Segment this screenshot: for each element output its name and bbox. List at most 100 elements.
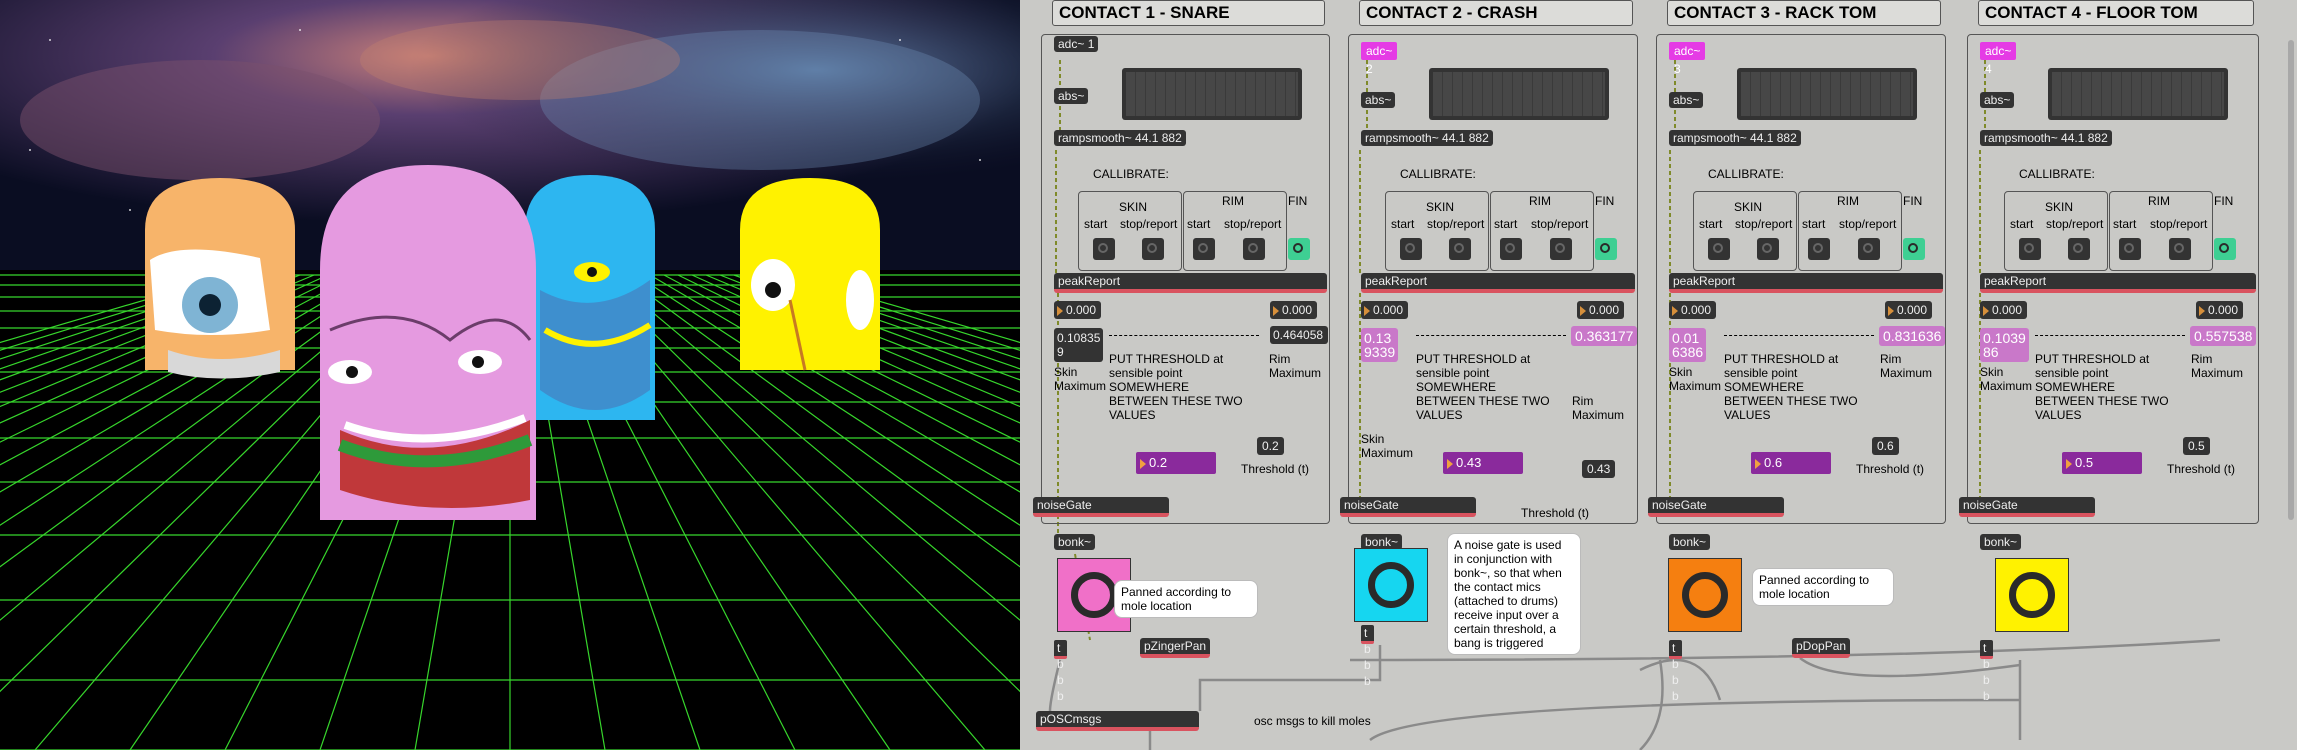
threshold-label: Threshold (t)	[1856, 462, 1925, 476]
skin-stop-toggle[interactable]	[1449, 238, 1471, 260]
skin-number[interactable]: 0.000	[1361, 301, 1409, 319]
rim-number[interactable]: 0.000	[1577, 301, 1625, 319]
noisegate-object[interactable]: noiseGate	[1648, 497, 1784, 517]
pdoppan-object[interactable]: pDopPan	[1792, 638, 1851, 658]
skin-start-toggle[interactable]	[1400, 238, 1422, 260]
rim-start-label: start	[1187, 217, 1211, 231]
threshold-instructions: PUT THRESHOLD at sensible point SOMEWHER…	[1724, 352, 1858, 422]
rim-stop-toggle[interactable]	[1550, 238, 1572, 260]
peakreport-object[interactable]: peakReport	[1669, 273, 1943, 293]
peakreport-object[interactable]: peakReport	[1980, 273, 2256, 293]
skin-max-label: Skin Maximum	[1669, 365, 1722, 393]
skin-start-toggle[interactable]	[1708, 238, 1730, 260]
rim-number[interactable]: 0.000	[1885, 301, 1933, 319]
rim-label: RIM	[1529, 194, 1551, 208]
peakreport-object[interactable]: peakReport	[1054, 273, 1327, 293]
skin-stop-toggle[interactable]	[2068, 238, 2090, 260]
skin-start-toggle[interactable]	[1093, 238, 1115, 260]
threshold-number[interactable]: 0.2	[1136, 452, 1216, 474]
adc-object[interactable]: adc~ 1	[1054, 36, 1099, 52]
skin-stop-label: stop/report	[1427, 217, 1485, 231]
number-arrow-icon	[1580, 305, 1586, 316]
rim-start-label: start	[1802, 217, 1826, 231]
panned-comment-1: Panned according to mole location	[1114, 580, 1258, 618]
abs-object[interactable]: abs~	[1054, 88, 1089, 104]
fin-toggle[interactable]	[1288, 238, 1310, 260]
panel-title: CONTACT 1 - SNARE	[1052, 0, 1325, 26]
rim-start-toggle[interactable]	[1193, 238, 1215, 260]
skin-stop-toggle[interactable]	[1757, 238, 1779, 260]
bang-button[interactable]	[1354, 548, 1428, 622]
adc-object[interactable]: adc~ 4	[1980, 42, 2017, 76]
abs-object[interactable]: abs~	[1669, 92, 1704, 108]
adc-object[interactable]: adc~ 2	[1361, 42, 1398, 76]
rim-stop-label: stop/report	[1531, 217, 1589, 231]
skin-number[interactable]: 0.000	[1669, 301, 1717, 319]
rim-number[interactable]: 0.000	[2196, 301, 2244, 319]
skin-label: SKIN	[1426, 200, 1455, 214]
callibrate-label: CALLIBRATE:	[1708, 167, 1784, 181]
fin-toggle[interactable]	[1595, 238, 1617, 260]
threshold-number[interactable]: 0.43	[1443, 452, 1523, 474]
bonk-object[interactable]: bonk~	[1669, 534, 1711, 550]
noisegate-object[interactable]: noiseGate	[1340, 497, 1476, 517]
skin-number[interactable]: 0.000	[1054, 301, 1102, 319]
rim-start-toggle[interactable]	[2119, 238, 2141, 260]
rim-start-label: start	[1494, 217, 1518, 231]
vertical-scrollbar[interactable]	[2285, 0, 2297, 750]
fin-toggle[interactable]	[1903, 238, 1925, 260]
posc-msgs-object[interactable]: pOSCmsgs	[1036, 711, 1199, 731]
abs-object[interactable]: abs~	[1361, 92, 1396, 108]
rampsmooth-object[interactable]: rampsmooth~ 44.1 882	[1054, 130, 1186, 146]
bang-button[interactable]	[1668, 558, 1742, 632]
rim-start-label: start	[2113, 217, 2137, 231]
threshold-display: 0.5	[2183, 437, 2210, 455]
pzingerpan-object[interactable]: pZingerPan	[1140, 638, 1211, 658]
adc-object[interactable]: adc~ 3	[1669, 42, 1706, 76]
rim-number[interactable]: 0.000	[1270, 301, 1318, 319]
trigger-object[interactable]: t b b b	[1980, 640, 1993, 703]
threshold-instructions: PUT THRESHOLD at sensible point SOMEWHER…	[1109, 352, 1243, 422]
number-arrow-icon	[1140, 458, 1146, 469]
fin-label: FIN	[1595, 194, 1615, 208]
fin-toggle[interactable]	[2214, 238, 2236, 260]
noisegate-object[interactable]: noiseGate	[1033, 497, 1169, 517]
skin-label: SKIN	[1119, 200, 1148, 214]
rim-start-toggle[interactable]	[1808, 238, 1830, 260]
peakreport-object[interactable]: peakReport	[1361, 273, 1635, 293]
threshold-display: 0.6	[1872, 437, 1899, 455]
rim-number-value: 0.000	[1282, 303, 1313, 317]
rampsmooth-object[interactable]: rampsmooth~ 44.1 882	[1980, 130, 2112, 146]
abs-object[interactable]: abs~	[1980, 92, 2015, 108]
noisegate-object[interactable]: noiseGate	[1959, 497, 2095, 517]
skin-number-value: 0.000	[1066, 303, 1097, 317]
threshold-number[interactable]: 0.6	[1751, 452, 1831, 474]
panel-title: CONTACT 3 - RACK TOM	[1667, 0, 1941, 26]
rim-stop-toggle[interactable]	[2169, 238, 2191, 260]
trigger-object[interactable]: t b b b	[1669, 640, 1682, 703]
skin-start-toggle[interactable]	[2019, 238, 2041, 260]
bonk-object[interactable]: bonk~	[1054, 534, 1096, 550]
threshold-number[interactable]: 0.5	[2062, 452, 2142, 474]
game-scene	[0, 0, 1020, 750]
panel-title: CONTACT 2 - CRASH	[1359, 0, 1633, 26]
rim-start-toggle[interactable]	[1500, 238, 1522, 260]
arrow-line	[1109, 335, 1259, 337]
fin-label: FIN	[1903, 194, 1923, 208]
skin-stop-toggle[interactable]	[1142, 238, 1164, 260]
rampsmooth-object[interactable]: rampsmooth~ 44.1 882	[1669, 130, 1801, 146]
skin-number[interactable]: 0.000	[1980, 301, 2028, 319]
bang-button[interactable]	[1995, 558, 2069, 632]
skin-max-display: 0.10835 9	[1054, 328, 1104, 362]
rim-stop-toggle[interactable]	[1858, 238, 1880, 260]
rim-number-value: 0.000	[2208, 303, 2239, 317]
rim-stop-toggle[interactable]	[1243, 238, 1265, 260]
rim-max-display: 0.464058	[1270, 326, 1329, 344]
rampsmooth-object[interactable]: rampsmooth~ 44.1 882	[1361, 130, 1493, 146]
skin-max-label: Skin Maximum	[1980, 365, 2033, 393]
arrow-line	[1724, 335, 1874, 337]
threshold-label: Threshold (t)	[1241, 462, 1310, 476]
trigger-object[interactable]: t b b b	[1054, 640, 1067, 703]
bonk-object[interactable]: bonk~	[1980, 534, 2022, 550]
trigger-object[interactable]: t b b b	[1361, 625, 1374, 688]
